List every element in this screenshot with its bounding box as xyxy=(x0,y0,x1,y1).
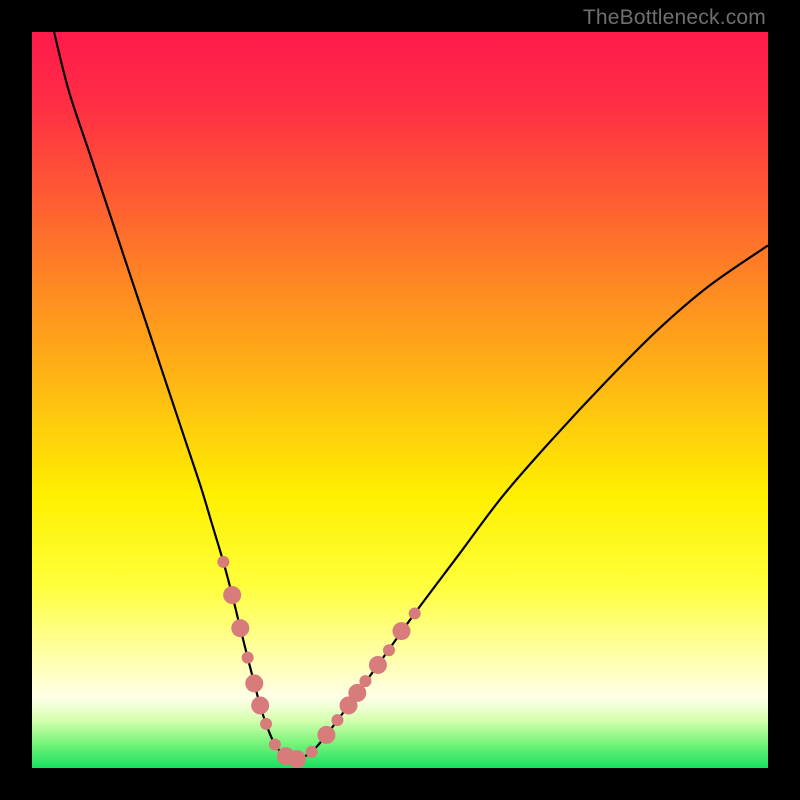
highlight-dot xyxy=(288,750,306,768)
highlight-dot xyxy=(369,656,387,674)
highlight-dot xyxy=(223,586,241,604)
curve-layer xyxy=(32,32,768,768)
highlight-dot xyxy=(245,674,263,692)
highlight-dot xyxy=(242,652,254,664)
highlight-dot xyxy=(409,607,421,619)
highlight-dot xyxy=(269,738,281,750)
highlight-dot xyxy=(306,746,318,758)
highlight-dot xyxy=(231,619,249,637)
highlight-dot xyxy=(217,556,229,568)
highlight-dot xyxy=(331,714,343,726)
highlight-dot xyxy=(260,718,272,730)
watermark-text: TheBottleneck.com xyxy=(583,6,766,30)
highlight-dots xyxy=(217,556,420,768)
highlight-dot xyxy=(317,726,335,744)
plot-area xyxy=(32,32,768,768)
bottleneck-curve xyxy=(54,32,768,759)
highlight-dot xyxy=(383,644,395,656)
highlight-dot xyxy=(359,675,371,687)
highlight-dot xyxy=(392,622,410,640)
chart-frame: TheBottleneck.com xyxy=(0,0,800,800)
highlight-dot xyxy=(251,696,269,714)
